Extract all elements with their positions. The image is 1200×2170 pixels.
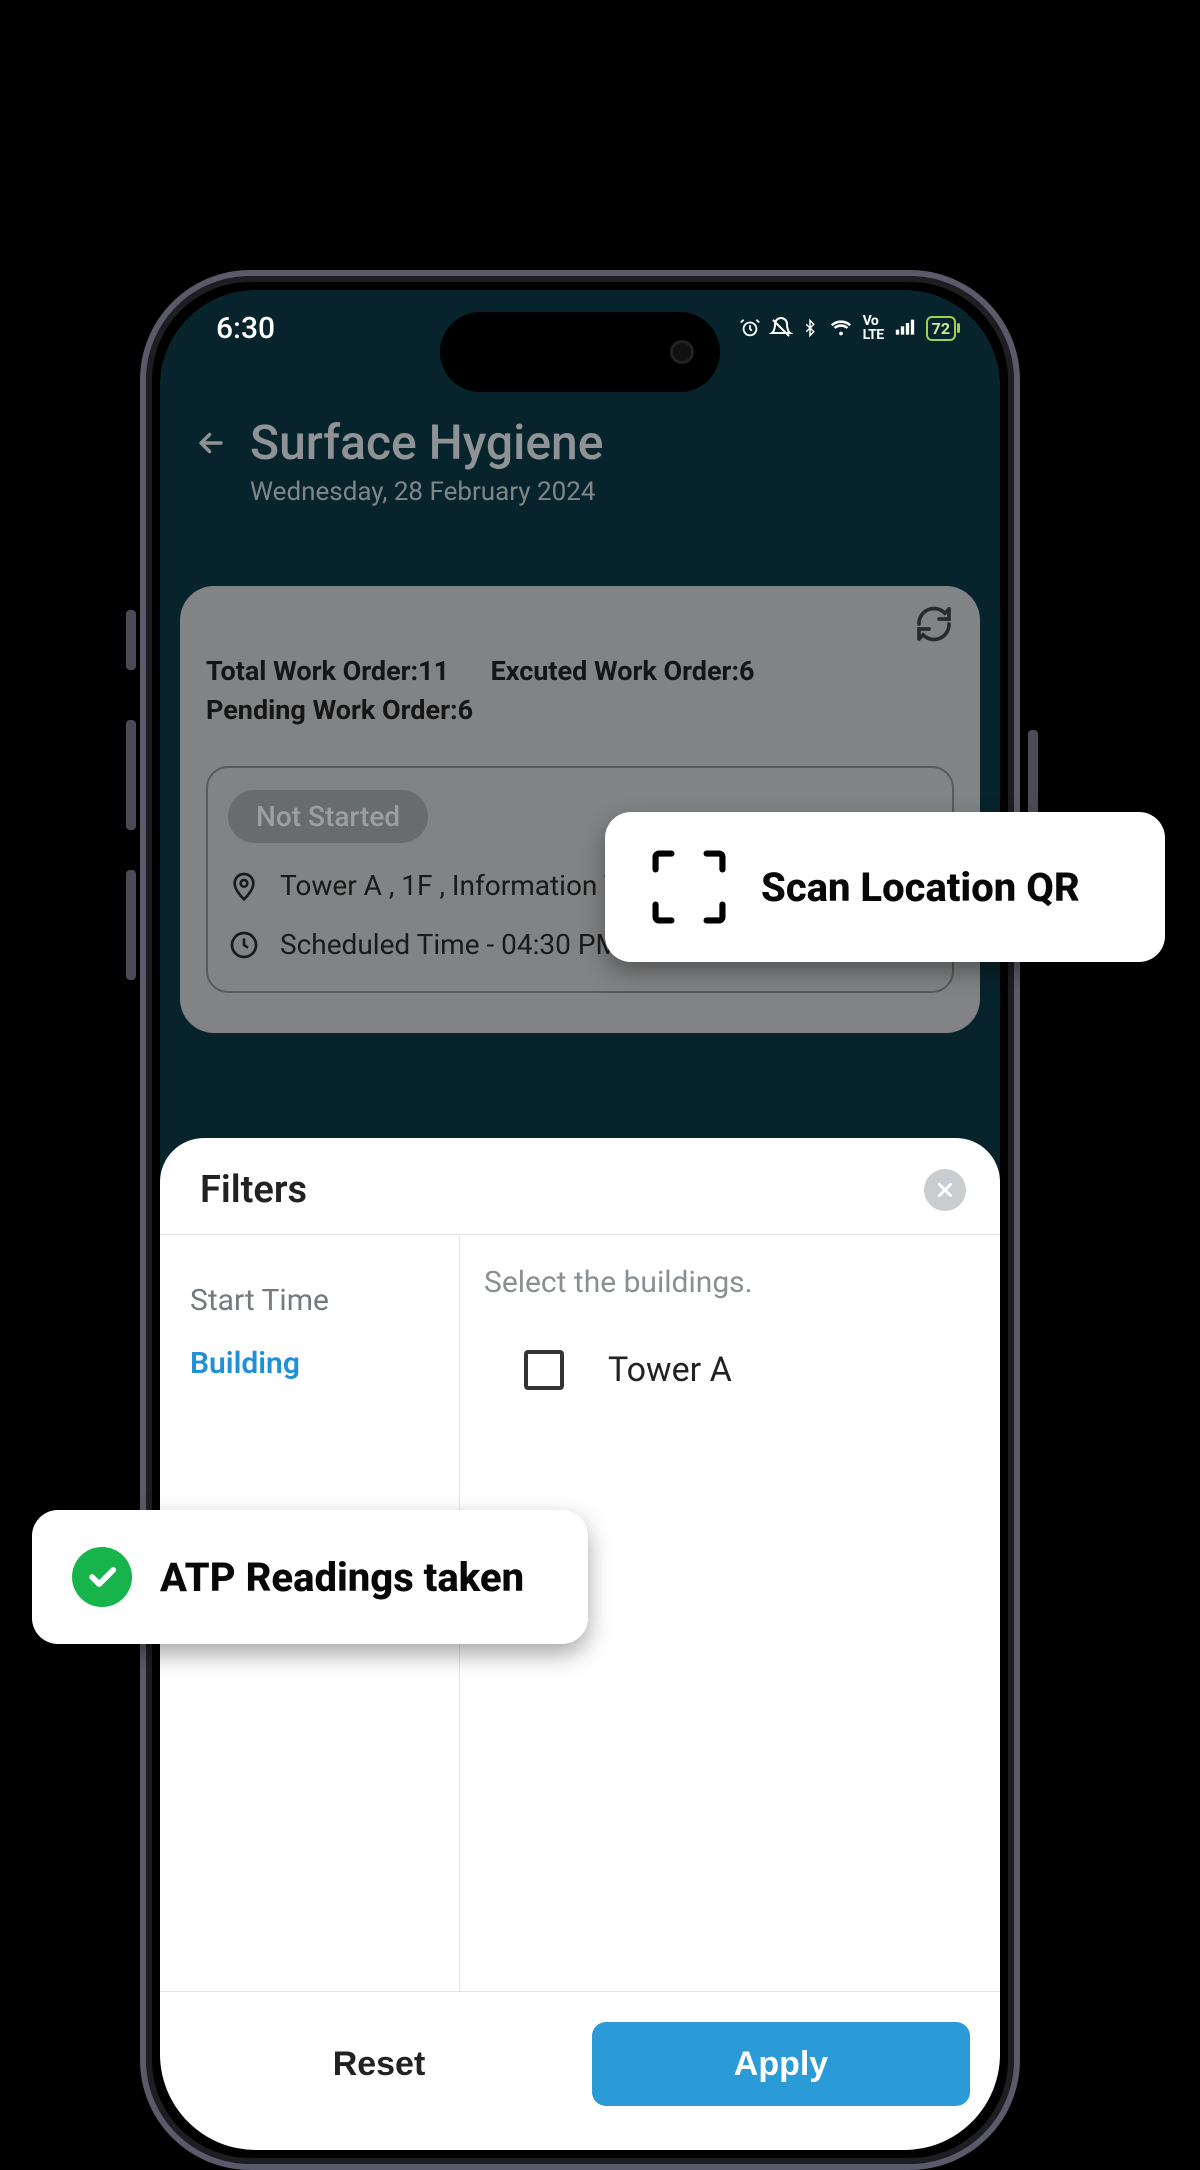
network-type-icon: VoLTE — [863, 314, 884, 342]
filter-category-start-time[interactable]: Start Time — [190, 1269, 459, 1332]
check-circle-icon — [72, 1547, 132, 1607]
checkbox-icon[interactable] — [524, 1350, 564, 1390]
filter-option-label: Tower A — [608, 1350, 732, 1390]
filter-actions: Reset Apply — [160, 1991, 1000, 2150]
dnd-icon — [769, 316, 793, 340]
device-volume-up-button — [126, 720, 136, 830]
battery-level: 72 — [932, 319, 950, 338]
phone-screen: 6:30 VoLTE 72 Surface Hygiene — [160, 290, 1000, 2150]
filters-bottom-sheet: Filters Start Time Building Select the b… — [160, 1138, 1000, 2150]
battery-icon: 72 — [926, 316, 956, 341]
reset-button[interactable]: Reset — [190, 2022, 568, 2106]
device-side-button — [126, 610, 136, 670]
device-volume-down-button — [126, 870, 136, 980]
wifi-icon — [827, 317, 855, 339]
filter-option-tower-a[interactable]: Tower A — [484, 1340, 980, 1400]
front-camera — [670, 340, 694, 364]
atp-readings-callout: ATP Readings taken — [32, 1510, 588, 1644]
scan-location-qr-label: Scan Location QR — [761, 864, 1080, 911]
filter-category-building[interactable]: Building — [190, 1332, 459, 1395]
close-icon — [934, 1179, 956, 1201]
scan-qr-icon — [645, 843, 733, 931]
dynamic-island — [440, 312, 720, 392]
close-filters-button[interactable] — [924, 1169, 966, 1211]
signal-icon — [892, 318, 918, 338]
filters-header: Filters — [160, 1138, 1000, 1235]
filters-title: Filters — [200, 1168, 307, 1212]
apply-button[interactable]: Apply — [592, 2022, 970, 2106]
scan-location-qr-callout[interactable]: Scan Location QR — [605, 812, 1165, 962]
alarm-icon — [739, 317, 761, 339]
phone-device-frame: 6:30 VoLTE 72 Surface Hygiene — [140, 270, 1020, 2170]
atp-readings-label: ATP Readings taken — [160, 1554, 524, 1601]
status-icons: VoLTE 72 — [739, 314, 956, 342]
bluetooth-icon — [801, 316, 819, 340]
filter-options-hint: Select the buildings. — [484, 1265, 980, 1300]
status-time: 6:30 — [216, 311, 275, 346]
